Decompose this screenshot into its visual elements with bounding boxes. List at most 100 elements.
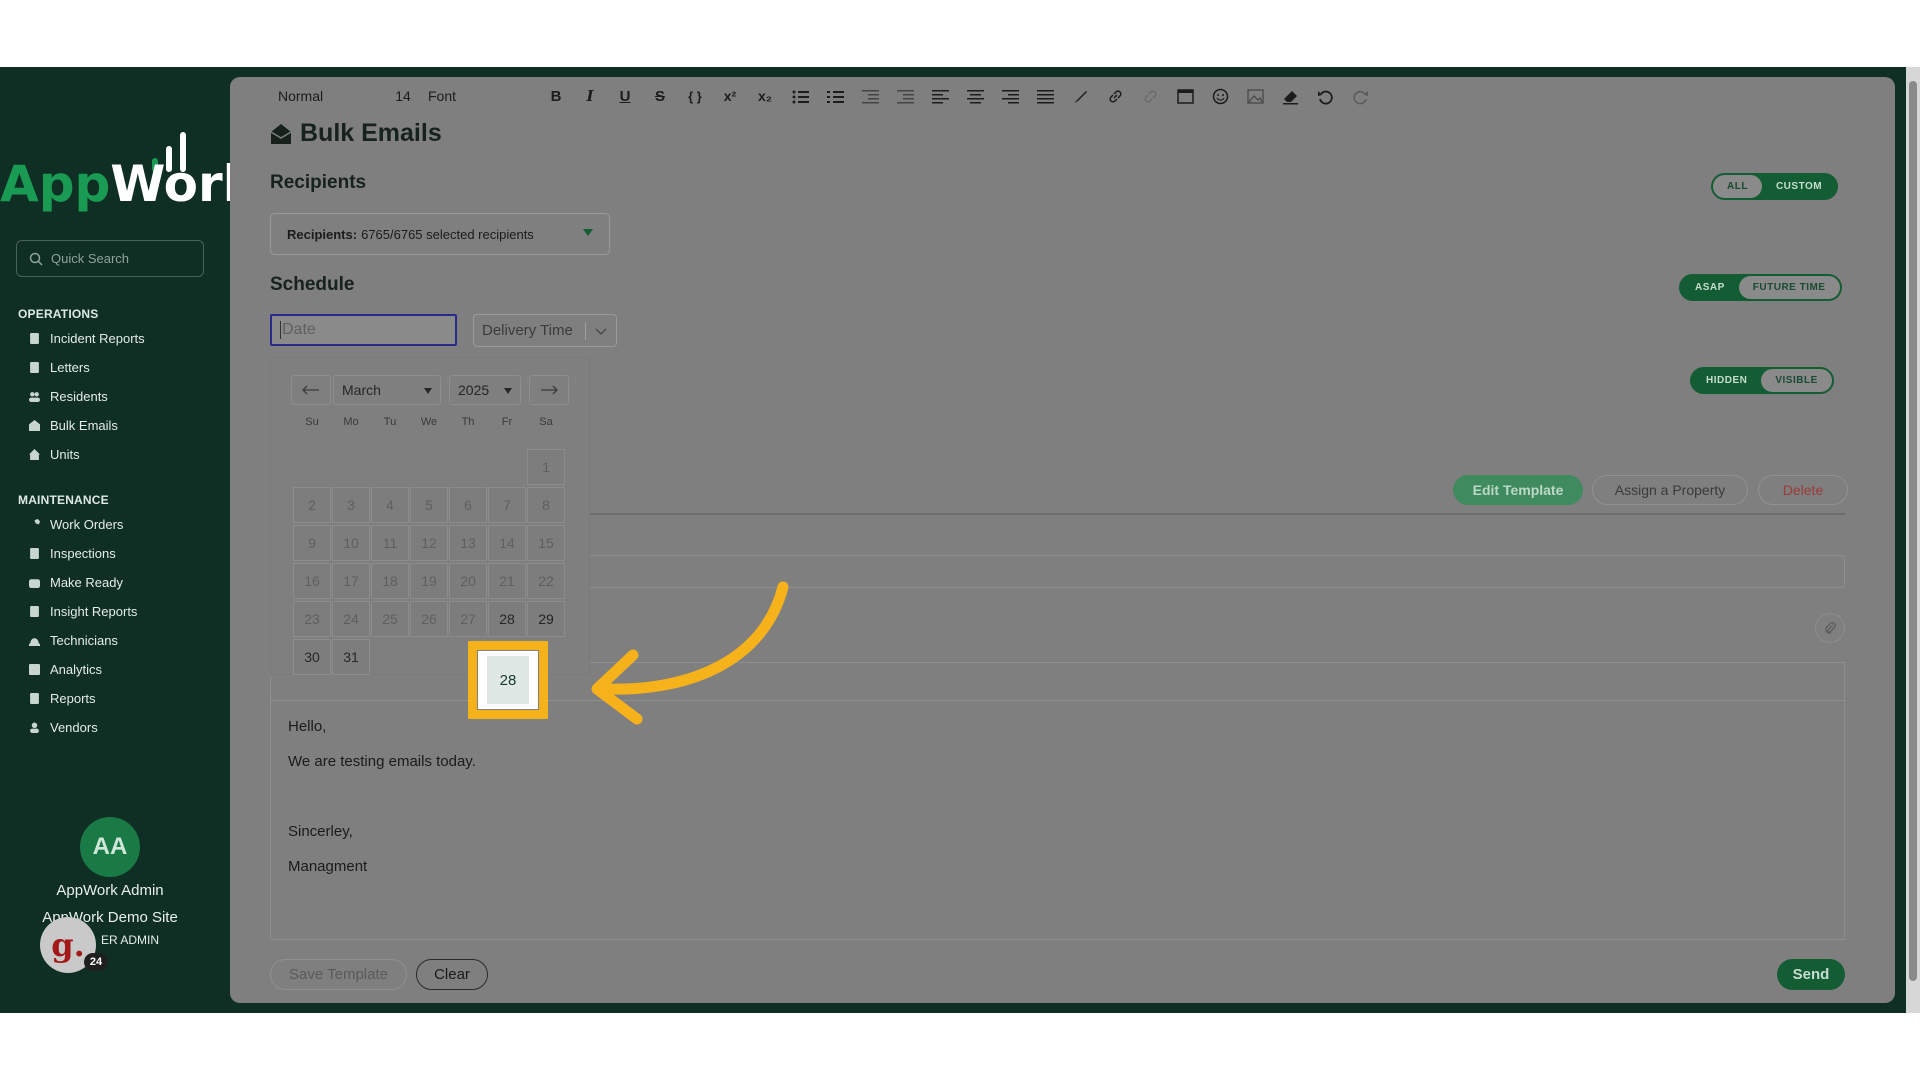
toggle-all[interactable]: ALL — [1713, 175, 1762, 198]
eraser-icon[interactable] — [1280, 86, 1300, 106]
sidebar-item-work-orders[interactable]: Work Orders — [28, 517, 123, 532]
calendar-day[interactable]: 19 — [410, 563, 448, 599]
table-icon[interactable] — [1175, 86, 1195, 106]
send-button[interactable]: Send — [1777, 959, 1845, 990]
avatar[interactable]: AA — [80, 817, 140, 877]
next-month-button[interactable] — [529, 375, 569, 405]
save-template-button[interactable]: Save Template — [270, 959, 407, 990]
month-select[interactable]: March — [333, 375, 441, 405]
year-select[interactable]: 2025 — [449, 375, 521, 405]
toggle-visible[interactable]: VISIBLE — [1761, 369, 1832, 392]
email-body-editor[interactable]: Hello, We are testing emails today. Sinc… — [270, 700, 1845, 940]
calendar-day[interactable]: 5 — [410, 487, 448, 523]
calendar-day[interactable]: 16 — [293, 563, 331, 599]
italic-icon[interactable]: I — [580, 86, 600, 106]
quick-search-input[interactable]: Quick Search — [16, 240, 204, 277]
recipients-select[interactable]: Recipients: 6765/6765 selected recipient… — [270, 213, 610, 255]
recipients-toggle[interactable]: ALL CUSTOM — [1711, 173, 1839, 200]
strikethrough-icon[interactable]: S — [650, 86, 670, 106]
calendar-day[interactable]: 30 — [293, 639, 331, 675]
calendar-day[interactable]: 21 — [488, 563, 526, 599]
sidebar-item-analytics[interactable]: Analytics — [28, 662, 102, 677]
calendar-day[interactable]: 4 — [371, 487, 409, 523]
schedule-toggle[interactable]: ASAP FUTURE TIME — [1679, 274, 1842, 301]
sidebar-item-residents[interactable]: Residents — [28, 389, 108, 404]
emoji-icon[interactable] — [1210, 86, 1230, 106]
sidebar-item-technicians[interactable]: Technicians — [28, 633, 118, 648]
calendar-day[interactable]: 18 — [371, 563, 409, 599]
date-28-highlighted[interactable]: 28 — [487, 656, 529, 704]
sidebar-item-units[interactable]: Units — [28, 447, 80, 462]
sidebar-item-bulk-emails[interactable]: Bulk Emails — [28, 418, 118, 433]
sidebar-item-reports[interactable]: Reports — [28, 691, 96, 706]
calendar-day[interactable]: 2 — [293, 487, 331, 523]
font-select[interactable]: Font — [428, 86, 488, 106]
attachment-button[interactable] — [1815, 613, 1845, 643]
sidebar-item-letters[interactable]: Letters — [28, 360, 90, 375]
calendar-day[interactable]: 23 — [293, 601, 331, 637]
assign-property-button[interactable]: Assign a Property — [1592, 475, 1748, 505]
sidebar-item-incident-reports[interactable]: Incident Reports — [28, 331, 145, 346]
calendar-day[interactable]: 14 — [488, 525, 526, 561]
delivery-time-select[interactable]: Delivery Time — [473, 314, 617, 347]
sidebar-item-make-ready[interactable]: Make Ready — [28, 575, 123, 590]
visibility-toggle[interactable]: HIDDEN VISIBLE — [1690, 367, 1834, 394]
calendar-day[interactable]: 13 — [449, 525, 487, 561]
clear-button[interactable]: Clear — [416, 959, 488, 990]
scrollbar[interactable] — [1906, 67, 1920, 1013]
calendar-day[interactable]: 20 — [449, 563, 487, 599]
link-icon[interactable] — [1105, 86, 1125, 106]
calendar-day[interactable]: 26 — [410, 601, 448, 637]
align-left-icon[interactable] — [930, 86, 950, 106]
calendar-day[interactable]: 11 — [371, 525, 409, 561]
align-center-icon[interactable] — [965, 86, 985, 106]
outdent-icon[interactable] — [860, 86, 880, 106]
undo-icon[interactable] — [1315, 86, 1335, 106]
date-input[interactable]: Date — [270, 314, 457, 346]
bold-icon[interactable]: B — [546, 86, 566, 106]
unlink-icon[interactable] — [1140, 86, 1160, 106]
calendar-day[interactable]: 12 — [410, 525, 448, 561]
prev-month-button[interactable] — [291, 375, 331, 405]
bullet-list-icon[interactable] — [790, 86, 810, 106]
indent-icon[interactable] — [895, 86, 915, 106]
sidebar-item-vendors[interactable]: Vendors — [28, 720, 98, 735]
calendar-day[interactable]: 10 — [332, 525, 370, 561]
toggle-hidden[interactable]: HIDDEN — [1692, 369, 1761, 392]
sidebar-item-inspections[interactable]: Inspections — [28, 546, 116, 561]
calendar-day[interactable]: 15 — [527, 525, 565, 561]
toggle-custom[interactable]: CUSTOM — [1762, 175, 1836, 198]
superscript-icon[interactable]: x² — [720, 86, 740, 106]
calendar-day[interactable]: 6 — [449, 487, 487, 523]
image-icon[interactable] — [1245, 86, 1265, 106]
calendar-day[interactable]: 9 — [293, 525, 331, 561]
toggle-asap[interactable]: ASAP — [1681, 276, 1739, 299]
calendar-day[interactable]: 29 — [527, 601, 565, 637]
calendar-day[interactable]: 27 — [449, 601, 487, 637]
calendar-day[interactable]: 7 — [488, 487, 526, 523]
calendar-day[interactable]: 25 — [371, 601, 409, 637]
underline-icon[interactable]: U — [615, 86, 635, 106]
font-size-select[interactable]: 14 — [388, 86, 418, 106]
toggle-future-time[interactable]: FUTURE TIME — [1738, 276, 1840, 299]
format-select[interactable]: Normal — [278, 86, 358, 106]
sidebar-item-insight-reports[interactable]: Insight Reports — [28, 604, 137, 619]
calendar-day[interactable]: 24 — [332, 601, 370, 637]
calendar-day[interactable]: 22 — [527, 563, 565, 599]
calendar-day[interactable]: 31 — [332, 639, 370, 675]
calendar-day[interactable]: 1 — [527, 449, 565, 485]
align-right-icon[interactable] — [1000, 86, 1020, 106]
align-justify-icon[interactable] — [1035, 86, 1055, 106]
calendar-day[interactable]: 8 — [527, 487, 565, 523]
calendar-day[interactable]: 28 — [488, 601, 526, 637]
delete-button[interactable]: Delete — [1758, 475, 1848, 505]
calendar-day[interactable]: 17 — [332, 563, 370, 599]
subscript-icon[interactable]: x₂ — [755, 86, 775, 106]
brush-icon[interactable] — [1070, 86, 1090, 106]
redo-icon[interactable] — [1350, 86, 1370, 106]
numbered-list-icon[interactable] — [825, 86, 845, 106]
scrollbar-thumb[interactable] — [1909, 81, 1917, 981]
edit-template-button[interactable]: Edit Template — [1453, 475, 1583, 505]
calendar-day[interactable]: 3 — [332, 487, 370, 523]
code-icon[interactable]: { } — [685, 86, 705, 106]
